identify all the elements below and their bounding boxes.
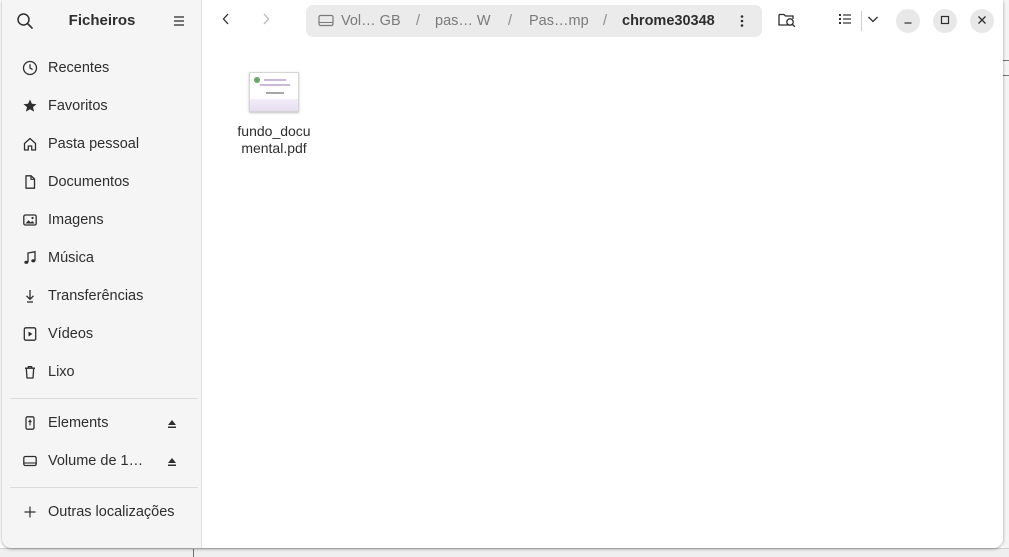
trash-icon xyxy=(21,363,39,381)
hamburger-menu-icon[interactable] xyxy=(168,10,190,32)
file-name-line: fundo_docu xyxy=(237,123,311,139)
breadcrumb-pas[interactable]: pas… W xyxy=(435,13,491,29)
eject-icon[interactable] xyxy=(166,417,178,429)
sidebar-item-recentes[interactable]: Recentes xyxy=(10,51,196,85)
pdf-thumbnail xyxy=(249,72,299,112)
sidebar-item-elements[interactable]: Elements xyxy=(10,406,196,440)
sidebar-item-favoritos[interactable]: Favoritos xyxy=(10,89,196,123)
document-icon xyxy=(21,173,39,191)
video-icon xyxy=(21,325,39,343)
sidebar-item-videos[interactable]: Vídeos xyxy=(10,317,196,351)
sidebar-item-other-locations[interactable]: Outras localizações xyxy=(10,495,196,529)
minimize-icon xyxy=(903,12,913,30)
path-bar: Vol… GB / pas… W / Pas…mp / chrome30348 xyxy=(306,5,762,37)
sidebar-header: Ficheiros xyxy=(2,0,201,42)
maximize-button[interactable] xyxy=(933,9,957,33)
view-options-button[interactable] xyxy=(859,7,887,35)
sidebar-item-label: Outras localizações xyxy=(48,504,175,520)
music-icon xyxy=(21,249,39,267)
chevron-left-icon xyxy=(219,12,233,31)
maximize-icon xyxy=(940,12,950,30)
sidebar-item-label: Elements xyxy=(48,415,109,431)
main-content: Vol… GB / pas… W / Pas…mp / chrome30348 xyxy=(202,0,1003,548)
more-options-icon[interactable] xyxy=(736,13,748,34)
file-name-line: mental.pdf xyxy=(241,140,307,156)
sidebar-divider xyxy=(10,398,198,399)
eject-icon[interactable] xyxy=(166,455,178,467)
file-name: fundo_docu mental.pdf xyxy=(229,123,319,157)
image-icon xyxy=(21,211,39,229)
sidebar-item-lixo[interactable]: Lixo xyxy=(10,355,196,389)
breadcrumb-separator: / xyxy=(603,13,608,29)
sidebar-divider xyxy=(10,487,198,488)
sidebar-item-documentos[interactable]: Documentos xyxy=(10,165,196,199)
chevron-down-icon xyxy=(866,12,880,31)
list-view-icon xyxy=(837,12,853,31)
breadcrumb-separator: / xyxy=(508,13,513,29)
sidebar: Ficheiros Recentes Favoritos Pasta pesso… xyxy=(2,0,202,548)
close-icon xyxy=(977,12,987,30)
sidebar-item-label: Música xyxy=(48,250,94,266)
sidebar-item-label: Transferências xyxy=(48,288,144,304)
sidebar-item-label: Favoritos xyxy=(48,98,108,114)
drive-icon xyxy=(318,14,334,33)
minimize-button[interactable] xyxy=(896,9,920,33)
sidebar-item-label: Imagens xyxy=(48,212,104,228)
sidebar-item-imagens[interactable]: Imagens xyxy=(10,203,196,237)
breadcrumb-current[interactable]: chrome30348 xyxy=(622,13,715,29)
search-icon[interactable] xyxy=(14,10,36,32)
forward-button[interactable] xyxy=(252,7,280,35)
sidebar-item-label: Recentes xyxy=(48,60,110,76)
close-button[interactable] xyxy=(970,9,994,33)
usb-drive-icon xyxy=(21,414,39,432)
chevron-right-icon xyxy=(259,12,273,31)
sidebar-item-label: Pasta pessoal xyxy=(48,136,140,152)
sidebar-item-volume[interactable]: Volume de 1… xyxy=(10,444,196,478)
sidebar-item-transferencias[interactable]: Transferências xyxy=(10,279,196,313)
breadcrumb-separator: / xyxy=(416,13,421,29)
breadcrumb-volume[interactable]: Vol… GB xyxy=(341,13,401,29)
back-button[interactable] xyxy=(212,7,240,35)
search-in-folder-button[interactable] xyxy=(773,7,801,35)
sidebar-item-label: Lixo xyxy=(48,364,75,380)
background-window-edge xyxy=(1003,0,1009,556)
download-icon xyxy=(21,287,39,305)
sidebar-item-label: Volume de 1… xyxy=(48,453,144,469)
drive-icon xyxy=(21,452,39,470)
file-manager-window: Ficheiros Recentes Favoritos Pasta pesso… xyxy=(2,0,1003,548)
sidebar-item-label: Vídeos xyxy=(48,326,94,342)
list-view-button[interactable] xyxy=(831,7,859,35)
sidebar-item-label: Documentos xyxy=(48,174,130,190)
sidebar-item-musica[interactable]: Música xyxy=(10,241,196,275)
breadcrumb-pasmp[interactable]: Pas…mp xyxy=(529,13,589,29)
sidebar-item-pasta-pessoal[interactable]: Pasta pessoal xyxy=(10,127,196,161)
home-icon xyxy=(21,135,39,153)
app-title: Ficheiros xyxy=(68,12,136,29)
folder-search-icon xyxy=(777,10,797,33)
star-icon xyxy=(21,97,39,115)
clock-icon xyxy=(21,59,39,77)
plus-icon xyxy=(21,503,39,521)
